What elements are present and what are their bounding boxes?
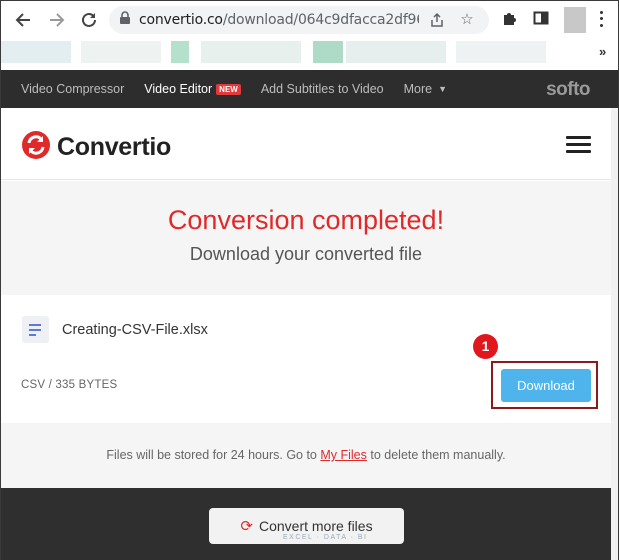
side-panel-icon[interactable] (533, 10, 549, 31)
footer-section: ⟳ Convert more files EXCEL · DATA · BI (1, 488, 611, 560)
convertio-logo-icon (21, 130, 51, 165)
reload-icon[interactable] (78, 9, 100, 31)
note-text-after: to delete them manually. (366, 448, 506, 462)
convertio-logo[interactable]: Convertio (21, 130, 171, 165)
refresh-icon: ⟳ (240, 518, 253, 535)
document-icon (22, 316, 49, 343)
download-button[interactable]: Download (501, 369, 591, 402)
address-bar[interactable]: convertio.co/download/064c9dfacca2df96..… (109, 6, 489, 34)
softo-logo[interactable]: softo (546, 79, 590, 101)
nav-video-editor[interactable]: Video Editor NEW (144, 82, 241, 96)
site-top-nav: Video Compressor Video Editor NEW Add Sub… (1, 70, 618, 108)
convert-more-label: Convert more files (258, 518, 373, 534)
step-marker: 1 (473, 334, 498, 359)
logo-text: Convertio (57, 133, 171, 161)
note-text-before: Files will be stored for 24 hours. Go to (106, 448, 321, 462)
extensions-puzzle-icon[interactable] (501, 10, 518, 32)
forward-arrow-icon[interactable] (46, 9, 68, 31)
url-text: convertio.co/download/064c9dfacca2df96..… (139, 12, 419, 28)
new-badge: NEW (216, 83, 241, 95)
file-meta: CSV / 335 BYTES (21, 379, 118, 391)
file-name: Creating-CSV-File.xlsx (62, 322, 208, 338)
share-icon[interactable] (429, 12, 445, 28)
chevron-down-icon: ▼ (438, 84, 448, 94)
page-title: Conversion completed! (167, 205, 445, 235)
nav-add-subtitles[interactable]: Add Subtitles to Video (261, 82, 384, 96)
bookmarks-bar: » (1, 39, 618, 69)
nav-video-compressor[interactable]: Video Compressor (21, 82, 124, 96)
page-subtitle: Download your converted file (189, 244, 423, 264)
browser-menu-icon[interactable] (598, 9, 604, 29)
watermark: EXCEL · DATA · BI (283, 534, 368, 541)
my-files-link[interactable]: My Files (320, 448, 367, 462)
back-arrow-icon[interactable] (12, 9, 34, 31)
site-header: Convertio (1, 108, 611, 180)
bookmark-star-icon[interactable]: ☆ (459, 12, 475, 28)
storage-note: Files will be stored for 24 hours. Go to… (1, 423, 611, 488)
page-scrollbar[interactable] (611, 108, 618, 560)
hamburger-menu-icon[interactable] (566, 136, 591, 153)
nav-more[interactable]: More ▼ (404, 82, 447, 96)
conversion-hero: Conversion completed! Download your conv… (1, 181, 611, 295)
browser-toolbar: convertio.co/download/064c9dfacca2df96..… (1, 1, 618, 39)
profile-avatar[interactable] (564, 7, 586, 33)
file-card: Creating-CSV-File.xlsx CSV / 335 BYTES 1… (1, 295, 611, 423)
bookmarks-overflow-icon[interactable]: » (599, 44, 606, 59)
lock-icon (119, 10, 131, 30)
